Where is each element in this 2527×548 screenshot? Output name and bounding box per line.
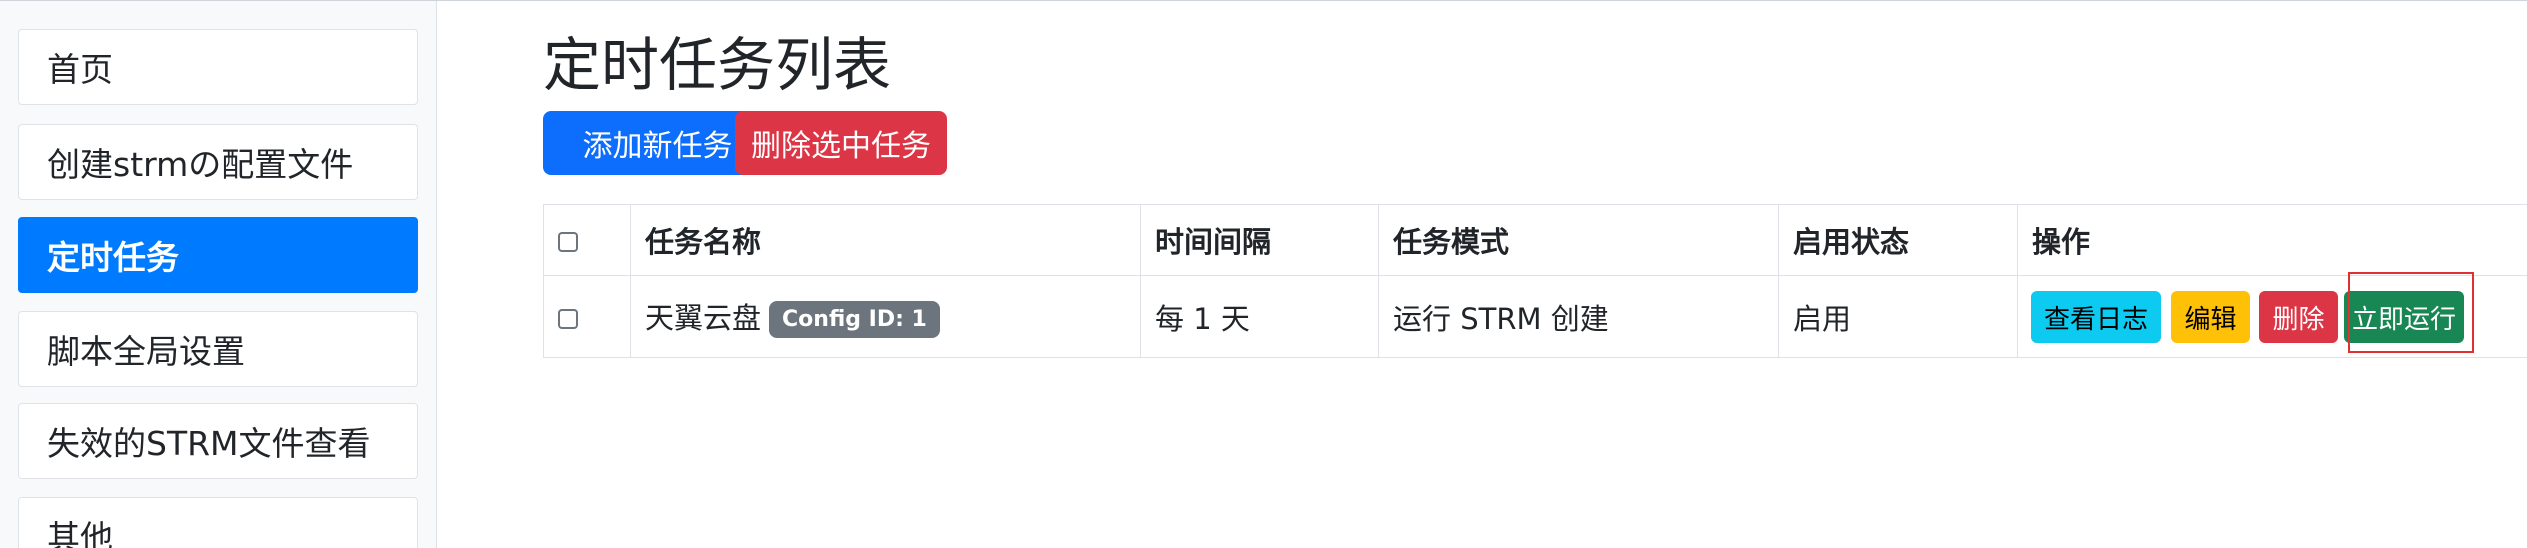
page-title: 定时任务列表	[543, 31, 892, 99]
sidebar-item-label: 失效的STRM文件查看	[47, 424, 371, 463]
interval-cell: 每 1 天	[1140, 275, 1379, 358]
run-now-button[interactable]: 立即运行	[2344, 291, 2464, 343]
sidebar-item-create-strm-config[interactable]: 创建strmの配置文件	[18, 124, 418, 200]
sidebar-item-label: 定时任务	[47, 238, 179, 277]
app-window: 首页 创建strmの配置文件 定时任务 脚本全局设置 失效的STRM文件查看 其…	[0, 0, 2527, 548]
delete-selected-button[interactable]: 删除选中任务	[735, 111, 947, 175]
sidebar: 首页 创建strmの配置文件 定时任务 脚本全局设置 失效的STRM文件查看 其…	[0, 1, 437, 548]
sidebar-item-global-settings[interactable]: 脚本全局设置	[18, 311, 418, 387]
select-all-checkbox[interactable]	[558, 232, 578, 252]
mode-cell: 运行 STRM 创建	[1378, 275, 1779, 358]
delete-button[interactable]: 删除	[2259, 291, 2338, 343]
sidebar-item-label: 其他	[47, 518, 113, 548]
row-select-cell	[543, 275, 631, 358]
header-interval: 时间间隔	[1140, 204, 1379, 276]
header-status: 启用状态	[1778, 204, 2018, 276]
view-log-button[interactable]: 查看日志	[2031, 291, 2161, 343]
header-mode: 任务模式	[1378, 204, 1779, 276]
main-content: 定时任务列表 添加新任务 删除选中任务 任务名称 时间间隔 任务模式 启用状态 …	[437, 1, 2527, 548]
task-name-cell: 天翼云盘 Config ID: 1	[630, 275, 1141, 358]
task-name: 天翼云盘	[645, 300, 762, 335]
sidebar-item-home[interactable]: 首页	[18, 29, 418, 105]
config-id-badge: Config ID: 1	[769, 301, 940, 339]
sidebar-item-invalid-strm-files[interactable]: 失效的STRM文件查看	[18, 403, 418, 479]
sidebar-item-label: 脚本全局设置	[47, 332, 245, 371]
edit-button[interactable]: 编辑	[2171, 291, 2250, 343]
table-header-row: 任务名称 时间间隔 任务模式 启用状态 操作	[543, 204, 2527, 276]
sidebar-item-label: 创建strmの配置文件	[47, 145, 354, 184]
row-checkbox[interactable]	[558, 308, 578, 329]
select-all-cell	[543, 204, 631, 276]
header-task-name: 任务名称	[630, 204, 1141, 276]
status-cell: 启用	[1778, 275, 2018, 358]
sidebar-item-other[interactable]: 其他	[18, 497, 418, 548]
header-actions: 操作	[2017, 204, 2527, 276]
sidebar-item-label: 首页	[47, 50, 113, 89]
sidebar-item-scheduled-tasks[interactable]: 定时任务	[18, 217, 418, 293]
